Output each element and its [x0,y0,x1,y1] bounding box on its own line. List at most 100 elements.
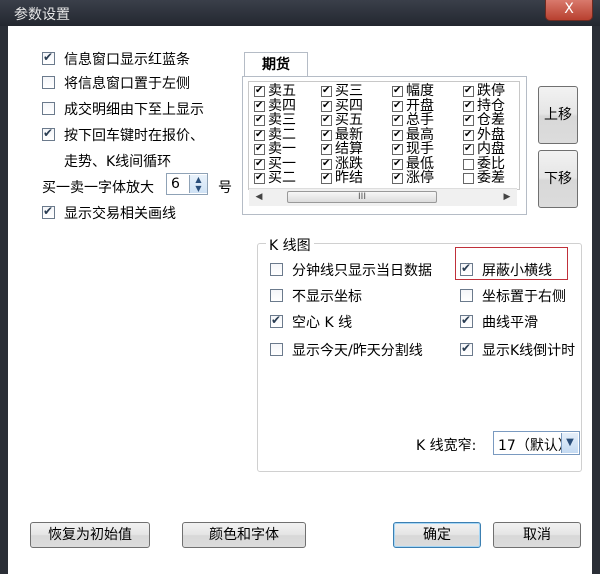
checkbox-red-blue-bar[interactable] [42,50,55,65]
list-item-checkbox[interactable] [392,142,403,155]
close-button[interactable]: X [545,0,593,21]
list-item-label: 结算 [335,141,363,157]
list-item-checkbox[interactable] [463,99,474,112]
list-item[interactable]: 幅度 [392,84,434,98]
list-item[interactable]: 最低 [392,157,434,171]
scroll-right-icon[interactable]: ▶ [500,191,514,204]
list-item[interactable]: 结算 [321,141,363,157]
list-item-checkbox[interactable] [321,84,332,97]
stepper-arrows-icon[interactable]: ▲ ▼ [189,175,207,193]
list-item[interactable]: 卖五 [254,84,296,98]
list-item-checkbox[interactable] [254,142,265,155]
list-horizontal-scrollbar[interactable]: ◀ III ▶ [249,188,517,206]
dialog-client-area: 信息窗口显示红蓝条 将信息窗口置于左侧 成交明细由下至上显示 按下回车键时在报价… [8,26,592,574]
list-item[interactable]: 买一 [254,157,296,171]
list-item-label: 卖三 [268,112,296,128]
list-item-checkbox[interactable] [392,128,403,141]
list-item-label: 卖一 [268,141,296,157]
ok-button[interactable]: 确定 [393,522,481,548]
list-item-checkbox[interactable] [463,113,474,126]
list-item-checkbox[interactable] [463,128,474,141]
list-item[interactable]: 涨停 [392,171,434,185]
list-item[interactable]: 涨跌 [321,157,363,171]
settings-dialog: 参数设置 X 信息窗口显示红蓝条 将信息窗口置于左侧 成交明细由下至上显示 按下… [0,0,600,574]
list-item-checkbox[interactable] [254,128,265,141]
list-item[interactable]: 委比 [463,157,505,171]
label-hide-small-hline: 屏蔽小横线 [482,263,552,279]
list-item-checkbox[interactable] [321,142,332,155]
list-item[interactable]: 内盘 [463,141,505,157]
checkbox-detail-bottom-up[interactable] [42,102,55,115]
list-item[interactable]: 卖三 [254,112,296,128]
list-item[interactable]: 总手 [392,113,434,127]
move-down-button[interactable]: 下移 [538,150,578,208]
list-item[interactable]: 委差 [463,171,505,185]
list-item[interactable]: 买三 [321,84,363,98]
checkbox-hide-small-hline[interactable] [460,261,473,276]
kline-width-select[interactable]: 17（默认） ▼ [493,431,580,455]
checkbox-minute-today[interactable] [270,263,283,276]
list-item-checkbox[interactable] [321,128,332,141]
list-item-checkbox[interactable] [254,113,265,126]
list-item[interactable]: 买二 [254,171,296,185]
list-item[interactable]: 现手 [392,142,434,156]
chevron-down-icon[interactable]: ▼ [561,433,578,453]
checkbox-enter-cycle[interactable] [42,126,55,141]
list-item-checkbox[interactable] [463,142,474,155]
list-item-checkbox[interactable] [321,99,332,112]
cancel-button[interactable]: 取消 [493,522,581,548]
checkbox-hollow-kline[interactable] [270,313,283,328]
list-item-checkbox[interactable] [321,157,332,170]
list-item-checkbox[interactable] [463,84,474,97]
list-item[interactable]: 买四 [321,99,363,113]
checkbox-day-split[interactable] [270,343,283,356]
list-item-checkbox[interactable] [392,171,403,184]
checkbox-info-left[interactable] [42,76,55,89]
window-title: 参数设置 [14,7,70,23]
list-item[interactable]: 卖一 [254,141,296,157]
list-item[interactable]: 卖二 [254,128,296,142]
checkbox-no-axis[interactable] [270,289,283,302]
list-item-checkbox[interactable] [321,171,332,184]
list-item[interactable]: 最高 [392,128,434,142]
move-up-button[interactable]: 上移 [538,86,578,144]
futures-field-list[interactable]: 卖五卖四卖三卖二卖一买一买二 买三买四买五最新结算涨跌昨结 幅度开盘总手最高现手最低… [248,81,520,190]
list-item-checkbox[interactable] [392,99,403,112]
colors-fonts-button[interactable]: 颜色和字体 [182,522,306,548]
list-item-checkbox[interactable] [254,157,265,170]
list-item-checkbox[interactable] [463,173,474,184]
label-enter-cycle-line1: 按下回车键时在报价、 [64,128,204,144]
list-item-checkbox[interactable] [254,84,265,97]
checkbox-smooth-curve[interactable] [460,313,473,328]
font-zoom-stepper[interactable]: 6 ▲ ▼ [166,173,208,195]
kline-group-title: K 线图 [266,235,314,255]
list-item[interactable]: 跌停 [463,84,505,98]
list-item[interactable]: 仓差 [463,113,505,127]
reset-defaults-button[interactable]: 恢复为初始值 [30,522,150,548]
list-item[interactable]: 买五 [321,113,363,127]
label-kline-countdown: 显示K线倒计时 [482,343,576,359]
list-item[interactable]: 最新 [321,128,363,142]
list-item-checkbox[interactable] [254,171,265,184]
list-item[interactable]: 昨结 [321,171,363,185]
list-item[interactable]: 外盘 [463,128,505,142]
scroll-left-icon[interactable]: ◀ [252,191,266,204]
font-zoom-value: 6 [171,176,180,192]
list-item-checkbox[interactable] [321,113,332,126]
checkbox-axis-right[interactable] [460,289,473,302]
tab-futures[interactable]: 期货 [244,52,308,77]
list-item-checkbox[interactable] [392,84,403,97]
list-item-checkbox[interactable] [463,158,474,170]
list-item[interactable]: 持仓 [463,99,505,113]
title-bar[interactable]: 参数设置 X [0,0,600,26]
checkbox-trade-lines[interactable] [42,204,55,219]
list-item-checkbox[interactable] [392,157,403,170]
list-item-checkbox[interactable] [392,113,403,126]
list-item[interactable]: 卖四 [254,99,296,113]
scroll-thumb[interactable]: III [287,191,437,203]
label-hollow-kline: 空心 K 线 [292,315,353,331]
list-item-label: 内盘 [477,141,505,157]
list-item-checkbox[interactable] [254,99,265,112]
checkbox-kline-countdown[interactable] [460,341,473,356]
list-item[interactable]: 开盘 [392,99,434,113]
